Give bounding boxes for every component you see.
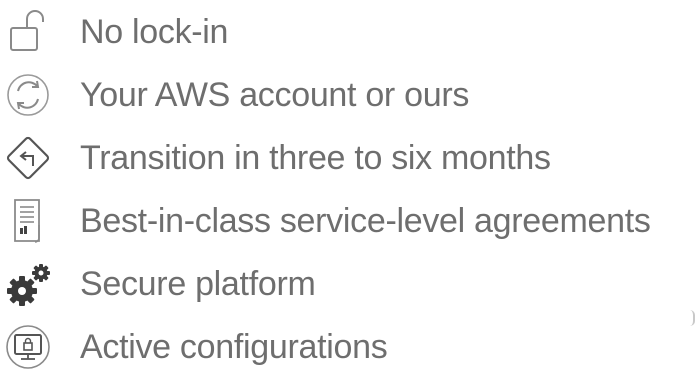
edge-fragment bbox=[690, 310, 695, 326]
feature-item-active-configurations: Active configurations bbox=[0, 317, 696, 377]
feature-label: Secure platform bbox=[80, 265, 316, 303]
feature-label: Transition in three to six months bbox=[80, 139, 551, 177]
open-padlock-icon bbox=[2, 6, 54, 58]
feature-item-secure-platform: Secure platform bbox=[0, 254, 696, 314]
feature-item-no-lock-in: No lock-in bbox=[0, 2, 696, 62]
feature-item-transition: Transition in three to six months bbox=[0, 128, 696, 188]
feature-label: Best-in-class service-level agreements bbox=[80, 202, 651, 240]
feature-label: Active configurations bbox=[80, 328, 388, 366]
feature-label: Your AWS account or ours bbox=[80, 76, 470, 114]
diamond-turn-sign-icon bbox=[2, 132, 54, 184]
feature-label: No lock-in bbox=[80, 13, 229, 51]
feature-item-aws-account: Your AWS account or ours bbox=[0, 65, 696, 125]
monitor-lock-icon bbox=[2, 321, 54, 373]
feature-list: No lock-in Your AWS account or ours Tran… bbox=[0, 0, 696, 378]
document-chart-icon bbox=[2, 195, 54, 247]
feature-item-sla: Best-in-class service-level agreements bbox=[0, 191, 696, 251]
gears-icon bbox=[2, 258, 54, 310]
circular-arrows-icon bbox=[2, 69, 54, 121]
